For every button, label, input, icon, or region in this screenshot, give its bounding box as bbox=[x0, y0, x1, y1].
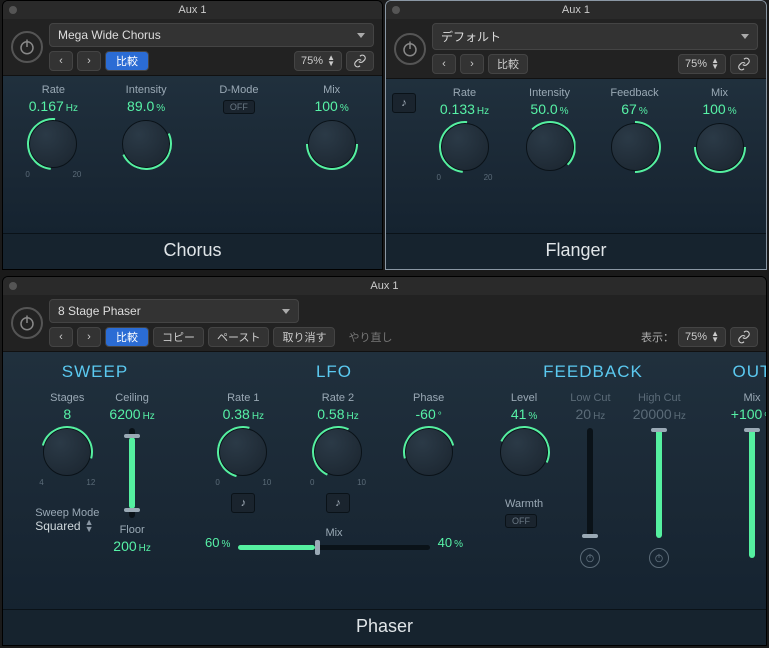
power-button[interactable] bbox=[11, 307, 43, 339]
zoom-select[interactable]: 75% ▲▼ bbox=[678, 54, 726, 74]
rate-label: Rate bbox=[9, 84, 98, 96]
chevron-down-icon bbox=[357, 33, 365, 38]
intensity-knob[interactable] bbox=[122, 120, 170, 168]
close-dot[interactable] bbox=[9, 6, 17, 14]
link-button[interactable] bbox=[730, 54, 758, 74]
rate1-label: Rate 1 bbox=[227, 392, 259, 404]
preset-select[interactable]: デフォルト bbox=[432, 23, 758, 50]
plugin-name: Flanger bbox=[386, 233, 766, 269]
range-slider[interactable] bbox=[129, 428, 135, 518]
stages-label: Stages bbox=[50, 392, 84, 404]
floor-label: Floor bbox=[120, 524, 145, 536]
preset-select[interactable]: 8 Stage Phaser bbox=[49, 299, 299, 323]
section-lfo: LFO bbox=[199, 362, 469, 382]
rate-knob[interactable] bbox=[29, 120, 77, 168]
highcut-label: High Cut bbox=[638, 392, 681, 404]
ceiling-label: Ceiling bbox=[115, 392, 149, 404]
rate1-sync-button[interactable]: ♪ bbox=[231, 493, 255, 513]
mix-knob[interactable] bbox=[696, 123, 744, 171]
redo-button[interactable]: やり直し bbox=[339, 327, 401, 347]
section-feedback: FEEDBACK bbox=[493, 362, 693, 382]
lfo-mix-slider[interactable] bbox=[238, 545, 429, 550]
chevron-down-icon bbox=[282, 309, 290, 314]
link-button[interactable] bbox=[346, 51, 374, 71]
highcut-slider[interactable] bbox=[656, 428, 662, 538]
compare-button[interactable]: 比較 bbox=[488, 54, 528, 74]
lowcut-label: Low Cut bbox=[570, 392, 610, 404]
dmode-value[interactable]: OFF bbox=[223, 100, 255, 114]
rate1-knob[interactable] bbox=[219, 428, 267, 476]
section-out: OUT bbox=[717, 362, 767, 382]
titlebar-chorus: Aux 1 bbox=[3, 1, 382, 19]
power-button[interactable] bbox=[394, 33, 426, 65]
rate2-sync-button[interactable]: ♪ bbox=[326, 493, 350, 513]
mix-label: Mix bbox=[679, 87, 760, 99]
window-title: Aux 1 bbox=[562, 4, 590, 16]
chevron-down-icon bbox=[741, 34, 749, 39]
next-button[interactable]: › bbox=[77, 327, 101, 347]
feedback-label: Feedback bbox=[594, 87, 675, 99]
rate2-knob[interactable] bbox=[314, 428, 362, 476]
prev-button[interactable]: ‹ bbox=[49, 51, 73, 71]
section-sweep: SWEEP bbox=[15, 362, 175, 382]
sweepmode-select[interactable]: Squared ▲▼ bbox=[35, 519, 99, 533]
preset-name: 8 Stage Phaser bbox=[58, 304, 141, 318]
next-button[interactable]: › bbox=[77, 51, 101, 71]
feedback-knob[interactable] bbox=[611, 123, 659, 171]
rate-label: Rate bbox=[424, 87, 505, 99]
preset-name: Mega Wide Chorus bbox=[58, 28, 161, 42]
titlebar-phaser: Aux 1 bbox=[3, 277, 766, 295]
plugin-name: Chorus bbox=[3, 233, 382, 269]
compare-button[interactable]: 比較 bbox=[105, 327, 149, 347]
rate2-label: Rate 2 bbox=[322, 392, 354, 404]
note-sync-button[interactable]: ♪ bbox=[392, 93, 416, 113]
preset-name: デフォルト bbox=[441, 28, 501, 45]
level-label: Level bbox=[511, 392, 537, 404]
warmth-value[interactable]: OFF bbox=[505, 514, 537, 528]
lowcut-power[interactable] bbox=[580, 548, 600, 568]
dmode-label: D-Mode bbox=[195, 84, 284, 96]
copy-button[interactable]: コピー bbox=[153, 327, 204, 347]
next-button[interactable]: › bbox=[460, 54, 484, 74]
preset-select[interactable]: Mega Wide Chorus bbox=[49, 23, 374, 47]
warmth-label: Warmth bbox=[505, 498, 543, 510]
window-title: Aux 1 bbox=[178, 4, 206, 16]
plugin-name: Phaser bbox=[3, 609, 766, 645]
titlebar-flanger: Aux 1 bbox=[386, 1, 766, 19]
intensity-knob[interactable] bbox=[526, 123, 574, 171]
compare-button[interactable]: 比較 bbox=[105, 51, 149, 71]
mix-label: Mix bbox=[287, 84, 376, 96]
zoom-select[interactable]: 75% ▲▼ bbox=[294, 51, 342, 71]
close-dot[interactable] bbox=[392, 6, 400, 14]
outmix-label: Mix bbox=[743, 392, 760, 404]
prev-button[interactable]: ‹ bbox=[432, 54, 456, 74]
phase-label: Phase bbox=[413, 392, 444, 404]
paste-button[interactable]: ペースト bbox=[208, 327, 269, 347]
show-label: 表示： bbox=[641, 329, 674, 345]
level-knob[interactable] bbox=[500, 428, 548, 476]
link-button[interactable] bbox=[730, 327, 758, 347]
stages-knob[interactable] bbox=[43, 428, 91, 476]
close-dot[interactable] bbox=[9, 282, 17, 290]
intensity-label: Intensity bbox=[102, 84, 191, 96]
phase-knob[interactable] bbox=[405, 428, 453, 476]
outmix-slider[interactable] bbox=[749, 428, 755, 558]
lowcut-slider[interactable] bbox=[587, 428, 593, 538]
highcut-power[interactable] bbox=[649, 548, 669, 568]
prev-button[interactable]: ‹ bbox=[49, 327, 73, 347]
window-title: Aux 1 bbox=[370, 280, 398, 292]
power-button[interactable] bbox=[11, 31, 43, 63]
mix-knob[interactable] bbox=[308, 120, 356, 168]
undo-button[interactable]: 取り消す bbox=[273, 327, 335, 347]
intensity-label: Intensity bbox=[509, 87, 590, 99]
rate-knob[interactable] bbox=[441, 123, 489, 171]
zoom-select[interactable]: 75% ▲▼ bbox=[678, 327, 726, 347]
lfo-mix-label: Mix bbox=[238, 527, 429, 539]
